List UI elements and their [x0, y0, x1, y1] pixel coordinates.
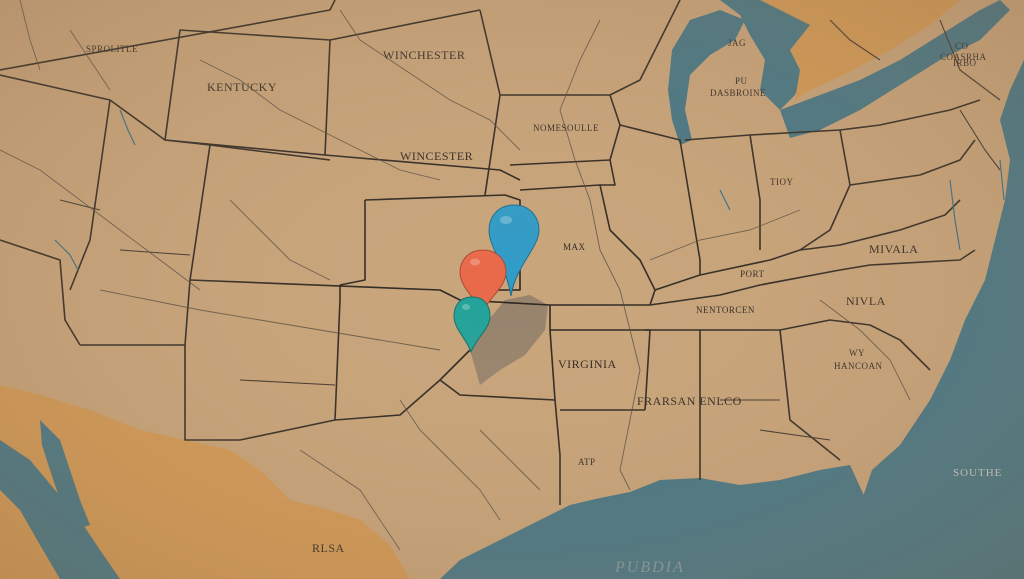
map-canvas[interactable]: KENTUCKY WINCHESTER WINCESTER NOMESOULLE… [0, 0, 1024, 579]
label-wy: WY [849, 348, 865, 358]
label-kentucky: KENTUCKY [207, 80, 277, 94]
label-pubdia: PUBDIA [614, 559, 685, 576]
label-tioy: TIOY [770, 177, 794, 187]
label-max: MAX [563, 242, 586, 252]
label-wincester: WINCESTER [400, 149, 473, 163]
label-dasbroine: DASBROINE [710, 88, 766, 98]
map-root: KENTUCKY WINCHESTER WINCESTER NOMESOULLE… [0, 0, 1024, 579]
label-sprolitle: SPROLITLE [86, 44, 138, 54]
label-nivla: NIVLA [846, 294, 886, 308]
label-atp: ATP [578, 457, 596, 467]
label-nomesoulle: NOMESOULLE [533, 123, 599, 133]
label-co: CO [955, 41, 969, 51]
label-winchester: WINCHESTER [383, 48, 465, 62]
label-southe: SOUTHE [953, 467, 1002, 479]
label-nentorcen: NENTORCEN [696, 305, 755, 315]
label-mivala: MIVALA [869, 242, 918, 256]
label-port: PORT [740, 269, 764, 279]
label-jag: JAG [728, 38, 746, 48]
label-hancoan: HANCOAN [834, 361, 883, 371]
label-rlsa: RLSA [312, 541, 345, 555]
label-pu: PU [735, 76, 748, 86]
label-irbo: IRBO [953, 58, 977, 68]
label-frarsan: FRARSAN ENLCO [637, 394, 742, 408]
label-virginia: VIRGINIA [558, 357, 617, 371]
